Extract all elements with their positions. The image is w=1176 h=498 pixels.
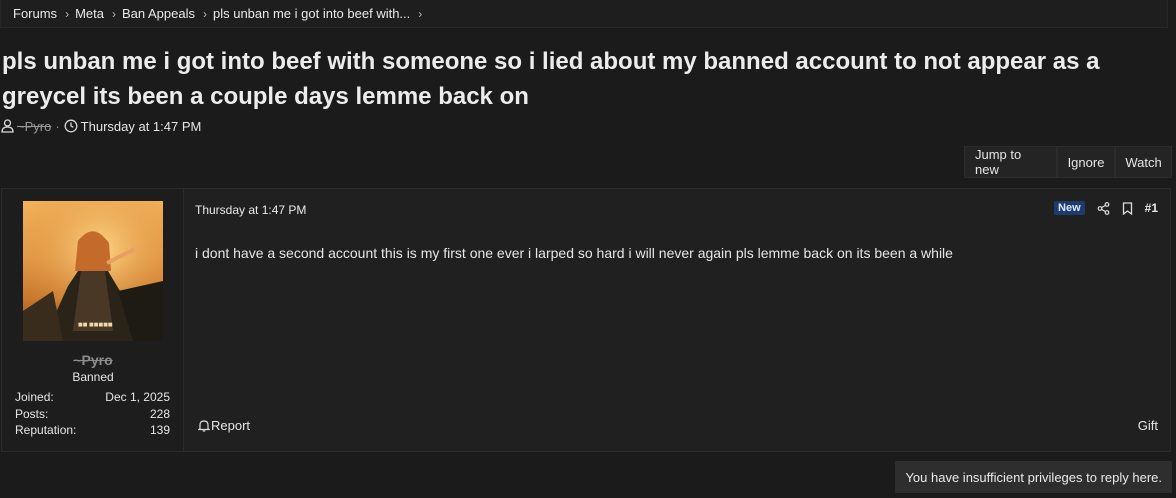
meta-separator: · [55, 118, 60, 134]
chevron-right-icon[interactable]: › [418, 7, 422, 21]
report-label[interactable]: Report [211, 418, 250, 433]
breadcrumb-item-ban-appeals[interactable]: Ban Appeals [122, 6, 195, 21]
breadcrumb: Forums › Meta › Ban Appeals › pls unban … [0, 0, 1168, 28]
thread-meta: ~Pyro · Thursday at 1:47 PM [1, 117, 201, 135]
post-date[interactable]: Thursday at 1:47 PM [195, 203, 306, 217]
breadcrumb-item-thread[interactable]: pls unban me i got into beef with... [213, 6, 410, 21]
chevron-right-icon: › [65, 6, 70, 21]
breadcrumb-item-forums[interactable]: Forums [13, 6, 57, 21]
post: ■■ ■■■■■ ~Pyro Banned Joined: Dec 1, 202… [1, 188, 1171, 452]
stat-value: 228 [149, 407, 170, 421]
stat-value: 139 [149, 423, 170, 437]
chevron-right-icon: › [202, 6, 207, 21]
thread-actions: Jump to new Ignore Watch [964, 146, 1172, 178]
breadcrumb-label[interactable]: Meta [75, 6, 104, 21]
thread-author[interactable]: ~Pyro [17, 119, 51, 134]
chevron-right-icon: › [111, 6, 116, 21]
avatar[interactable]: ■■ ■■■■■ [23, 201, 163, 341]
stat-reputation: Reputation: 139 [15, 423, 170, 437]
post-body: i dont have a second account this is my … [195, 245, 953, 261]
stat-joined: Joined: Dec 1, 2025 [15, 390, 170, 404]
report-button[interactable]: Report [198, 418, 250, 433]
page-title: pls unban me i got into beef with someon… [2, 48, 1100, 110]
post-number[interactable]: #1 [1145, 201, 1158, 215]
stat-label: Reputation: [15, 423, 77, 437]
user-icon [1, 119, 14, 133]
gift-button[interactable]: Gift [1138, 418, 1158, 433]
stat-posts: Posts: 228 [15, 407, 170, 421]
stat-label: Joined: [15, 390, 54, 404]
watch-button[interactable]: Watch [1115, 146, 1172, 178]
jump-to-new-button[interactable]: Jump to new [964, 146, 1057, 178]
breadcrumb-label[interactable]: Forums [13, 6, 57, 21]
new-badge: New [1054, 201, 1085, 215]
breadcrumb-item-meta[interactable]: Meta [75, 6, 104, 21]
bell-icon [198, 419, 210, 432]
thread-date[interactable]: Thursday at 1:47 PM [81, 119, 202, 134]
reply-permission-notice: You have insufficient privileges to repl… [895, 461, 1172, 493]
breadcrumb-label[interactable]: Ban Appeals [122, 6, 195, 21]
anime-character-avatar-icon: ■■ ■■■■■ [23, 201, 163, 341]
post-user-sidebar: ■■ ■■■■■ ~Pyro Banned Joined: Dec 1, 202… [2, 189, 184, 451]
share-icon[interactable] [1097, 201, 1110, 215]
post-tools: New #1 [1054, 201, 1158, 215]
stat-value: Dec 1, 2025 [105, 390, 170, 404]
bookmark-icon[interactable] [1122, 201, 1133, 215]
stat-label: Posts: [15, 407, 49, 421]
user-title: Banned [72, 370, 114, 384]
ignore-button[interactable]: Ignore [1057, 146, 1115, 178]
post-username[interactable]: ~Pyro [2, 352, 184, 368]
breadcrumb-label[interactable]: pls unban me i got into beef with... [213, 6, 410, 21]
clock-icon [64, 119, 78, 133]
svg-text:■■ ■■■■■: ■■ ■■■■■ [78, 322, 113, 328]
